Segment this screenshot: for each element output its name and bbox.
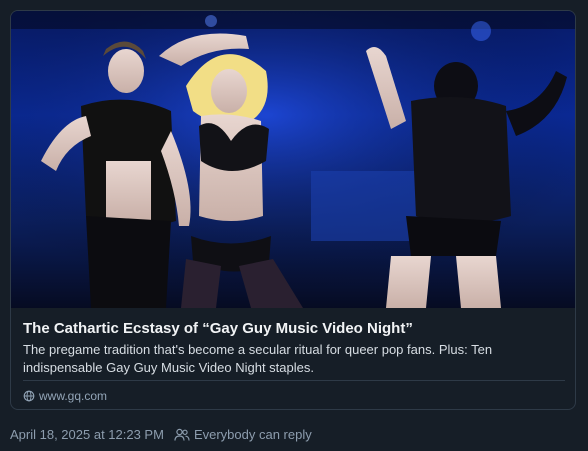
post-meta: April 18, 2025 at 12:23 PM Everybody can… xyxy=(10,426,312,444)
link-card-description: The pregame tradition that's become a se… xyxy=(23,342,493,375)
people-icon xyxy=(174,428,190,442)
stage-photo xyxy=(11,11,575,308)
link-card-divider xyxy=(23,380,565,381)
link-card-image[interactable] xyxy=(11,11,575,308)
post-timestamp[interactable]: April 18, 2025 at 12:23 PM xyxy=(10,426,164,444)
globe-icon xyxy=(23,390,35,402)
reply-setting[interactable]: Everybody can reply xyxy=(194,426,312,444)
external-link-card[interactable]: The Cathartic Ecstasy of “Gay Guy Music … xyxy=(10,10,576,410)
link-card-domain[interactable]: www.gq.com xyxy=(23,388,107,404)
link-card-domain-text: www.gq.com xyxy=(39,389,108,403)
link-card-title[interactable]: The Cathartic Ecstasy of “Gay Guy Music … xyxy=(23,319,563,339)
